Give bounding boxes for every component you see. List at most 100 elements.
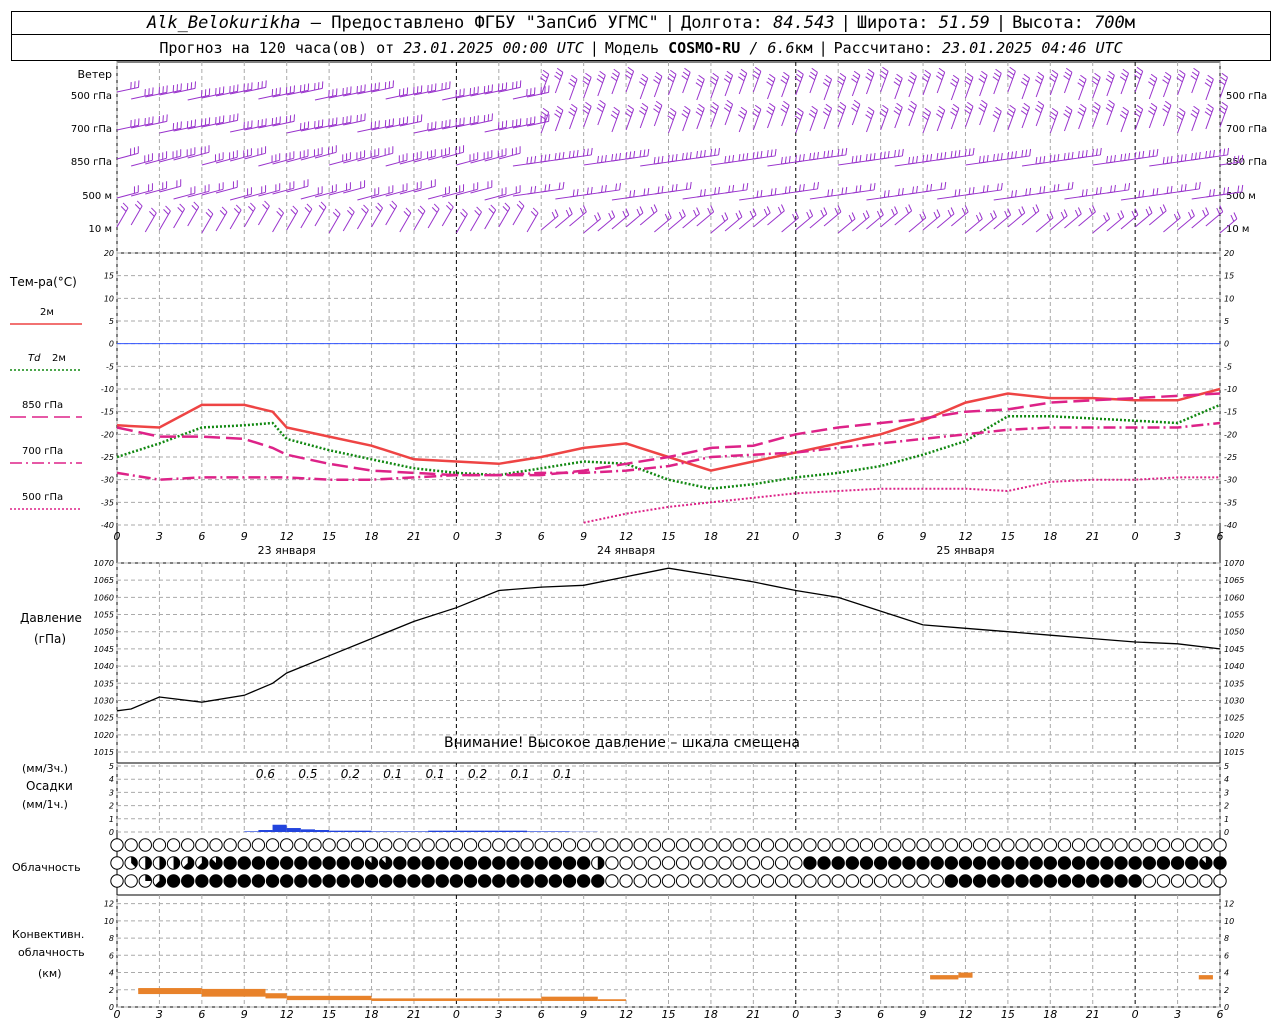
wind-barb-flag <box>530 211 537 217</box>
cloud-symbol-fill <box>145 856 152 870</box>
cloud-symbol-fill <box>223 856 237 870</box>
wind-barb-staff <box>922 112 932 134</box>
precip-bar <box>512 830 528 832</box>
wind-barb-flag <box>851 78 858 84</box>
wind-barb-flag <box>389 204 396 210</box>
wind-barb-flag <box>1071 181 1074 190</box>
pressure-tick-right: 1050 <box>1224 628 1244 637</box>
precip-3h-sum: 0.1 <box>383 767 402 781</box>
wind-barb-flag <box>1206 78 1213 84</box>
wind-barb-flag <box>530 186 533 194</box>
wind-barb-flag <box>866 110 873 116</box>
wind-barb-flag <box>583 76 591 82</box>
wind-barb-staff <box>979 75 988 97</box>
wind-barb-staff <box>554 110 564 132</box>
wind-level-label-right: 500 м <box>1226 191 1256 202</box>
wind-barb-flag <box>738 154 741 162</box>
wind-barb-flag <box>783 100 790 106</box>
wind-barb-flag <box>746 152 749 161</box>
conv-x-tick: 0 <box>453 1008 460 1021</box>
wind-barb-flag <box>597 103 605 109</box>
wind-barb-staff <box>781 105 790 127</box>
cloud-symbol <box>124 874 138 888</box>
wind-barb-flag <box>403 211 410 217</box>
wind-barb-flag <box>868 68 875 74</box>
cloud-symbol <box>859 874 874 888</box>
cloud-symbol-fill <box>294 856 308 870</box>
wind-barb-flag <box>361 208 367 214</box>
cloud-symbol-fill <box>563 874 576 888</box>
wind-barb-staff <box>1078 108 1087 130</box>
cloud-symbol-fill <box>252 856 265 870</box>
wind-barb-flag <box>986 184 989 193</box>
wind-barb-flag <box>1099 186 1102 195</box>
wind-barb-staff <box>724 104 734 126</box>
wind-barb-flag <box>597 156 600 164</box>
wind-barb-flag <box>1190 75 1197 81</box>
cloud-symbol-fill <box>337 874 350 888</box>
wind-barb-flag <box>597 74 605 80</box>
wind-barb-staff <box>554 72 564 94</box>
conv-tick-left: 6 <box>109 951 114 960</box>
wind-barb-flag <box>627 104 634 110</box>
wind-barb-flag <box>756 151 759 159</box>
wind-barb-staff <box>116 124 139 131</box>
wind-barb-flag <box>615 183 618 191</box>
wind-barb-staff <box>852 189 875 194</box>
temp-x-tick: 15 <box>662 530 676 543</box>
cloud-symbol-fill <box>1100 856 1114 870</box>
cloud-symbol <box>421 838 435 852</box>
wind-barb-flag <box>1163 75 1170 81</box>
wind-barb-staff <box>894 107 903 129</box>
wind-barb-flag <box>766 150 769 158</box>
cloud-symbol <box>633 856 647 870</box>
wind-barb-flag <box>1080 103 1087 109</box>
wind-barb-staff <box>441 206 454 227</box>
wind-barb-flag <box>770 149 773 157</box>
cloud-symbol <box>251 838 266 852</box>
wind-barb-flag <box>1110 185 1113 193</box>
temp-x-tick: 3 <box>495 530 502 543</box>
wind-barb-flag <box>1018 208 1023 216</box>
wind-barb-flag <box>1077 151 1080 159</box>
wind-barb-staff <box>752 109 762 131</box>
wind-barb-flag <box>290 209 297 215</box>
wind-barb-staff <box>342 211 355 232</box>
wind-barb-flag <box>1065 67 1073 73</box>
wind-barb-flag <box>626 70 633 76</box>
wind-barb-flag <box>1020 110 1028 116</box>
conv-tick-right: 8 <box>1224 934 1229 943</box>
wind-barb-flag <box>972 186 975 195</box>
wind-barb-staff <box>385 93 408 100</box>
wind-barb-flag <box>655 100 663 106</box>
temp-tick-right: -30 <box>1224 476 1237 485</box>
wind-barb-staff <box>809 110 818 132</box>
conv-x-tick: 9 <box>920 1008 927 1021</box>
wind-barb-flag <box>809 209 814 217</box>
wind-barb-staff <box>597 104 606 126</box>
wind-barb-flag <box>896 102 903 108</box>
wind-barb-staff <box>639 78 649 100</box>
wind-barb-staff <box>526 212 539 233</box>
wind-barb-flag <box>250 202 256 209</box>
wind-barb-flag <box>978 107 985 113</box>
wind-barb-flag <box>629 190 632 198</box>
cloud-symbol <box>209 838 223 852</box>
wind-barb-staff <box>144 212 157 233</box>
wind-barb-flag <box>907 79 915 85</box>
wind-barb-flag <box>462 208 468 215</box>
wind-barb-flag <box>375 206 381 212</box>
wind-barb-flag <box>1223 148 1226 156</box>
temp-x-tick: 18 <box>365 530 379 543</box>
wind-barb-staff <box>1106 75 1115 97</box>
cloud-symbol-fill <box>902 856 916 870</box>
wind-barb-flag <box>873 182 876 191</box>
wind-barb-flag <box>739 110 746 116</box>
wind-barb-flag <box>710 149 713 157</box>
wind-barb-flag <box>1009 66 1016 72</box>
legend-label-t2m: 2м <box>40 307 54 318</box>
wind-barb-flag <box>1043 185 1046 194</box>
wind-barb-flag <box>670 69 677 75</box>
wind-barb-flag <box>950 111 957 117</box>
wind-barb-flag <box>845 147 848 156</box>
